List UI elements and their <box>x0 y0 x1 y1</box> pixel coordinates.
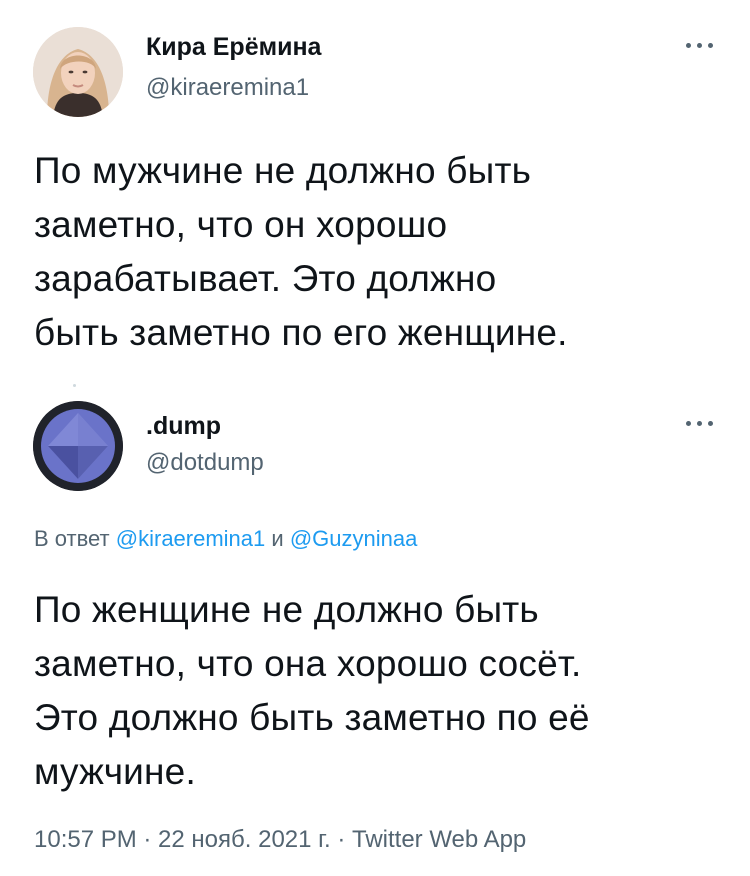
tweet-reply: .dump @dotdump <box>0 380 750 510</box>
tweet-text: По женщине не должно быть заметно, что о… <box>34 583 724 799</box>
avatar[interactable] <box>33 401 123 491</box>
tweet-timestamp[interactable]: 10:57 PM · 22 нояб. 2021 г. · Twitter We… <box>34 826 526 854</box>
tweet-text-line: По женщине не должно быть <box>34 589 539 630</box>
more-horizontal-icon[interactable] <box>684 418 716 430</box>
tweet-text-line: быть заметно по его женщине. <box>34 312 568 353</box>
reply-context: В ответ @kiraeremina1 и @Guzyninaa <box>34 526 417 552</box>
tweet-text-line: заметно, что он хорошо <box>34 204 448 245</box>
reply-mention-link[interactable]: @Guzyninaa <box>290 526 418 551</box>
author-handle[interactable]: @dotdump <box>146 449 264 477</box>
tweet-text-line: По мужчине не должно быть <box>34 150 532 191</box>
tweet-text-line: заметно, что она хорошо сосёт. <box>34 643 582 684</box>
tweet-header: .dump @dotdump <box>0 380 750 510</box>
author-handle[interactable]: @kiraeremina1 <box>146 74 309 102</box>
more-horizontal-icon[interactable] <box>684 40 716 52</box>
tweet-original: Кира Ерёмина @kiraeremina1 По мужчине не… <box>0 0 750 353</box>
tweet-text-line: Это должно быть заметно по её <box>34 697 590 738</box>
avatar[interactable] <box>33 27 123 117</box>
dump-logo-icon <box>33 401 123 491</box>
reply-and: и <box>271 526 284 551</box>
author-name[interactable]: .dump <box>146 412 221 441</box>
reply-mention-link[interactable]: @kiraeremina1 <box>116 526 266 551</box>
tweet-text-line: мужчине. <box>34 751 196 792</box>
reply-prefix: В ответ <box>34 526 110 551</box>
author-name[interactable]: Кира Ерёмина <box>146 33 321 62</box>
tweet-text-line: зарабатывает. Это должно <box>34 258 497 299</box>
tweet-text: По мужчине не должно быть заметно, что о… <box>34 144 724 360</box>
tweet-header: Кира Ерёмина @kiraeremina1 <box>0 0 750 130</box>
avatar-portrait-icon <box>33 27 123 117</box>
